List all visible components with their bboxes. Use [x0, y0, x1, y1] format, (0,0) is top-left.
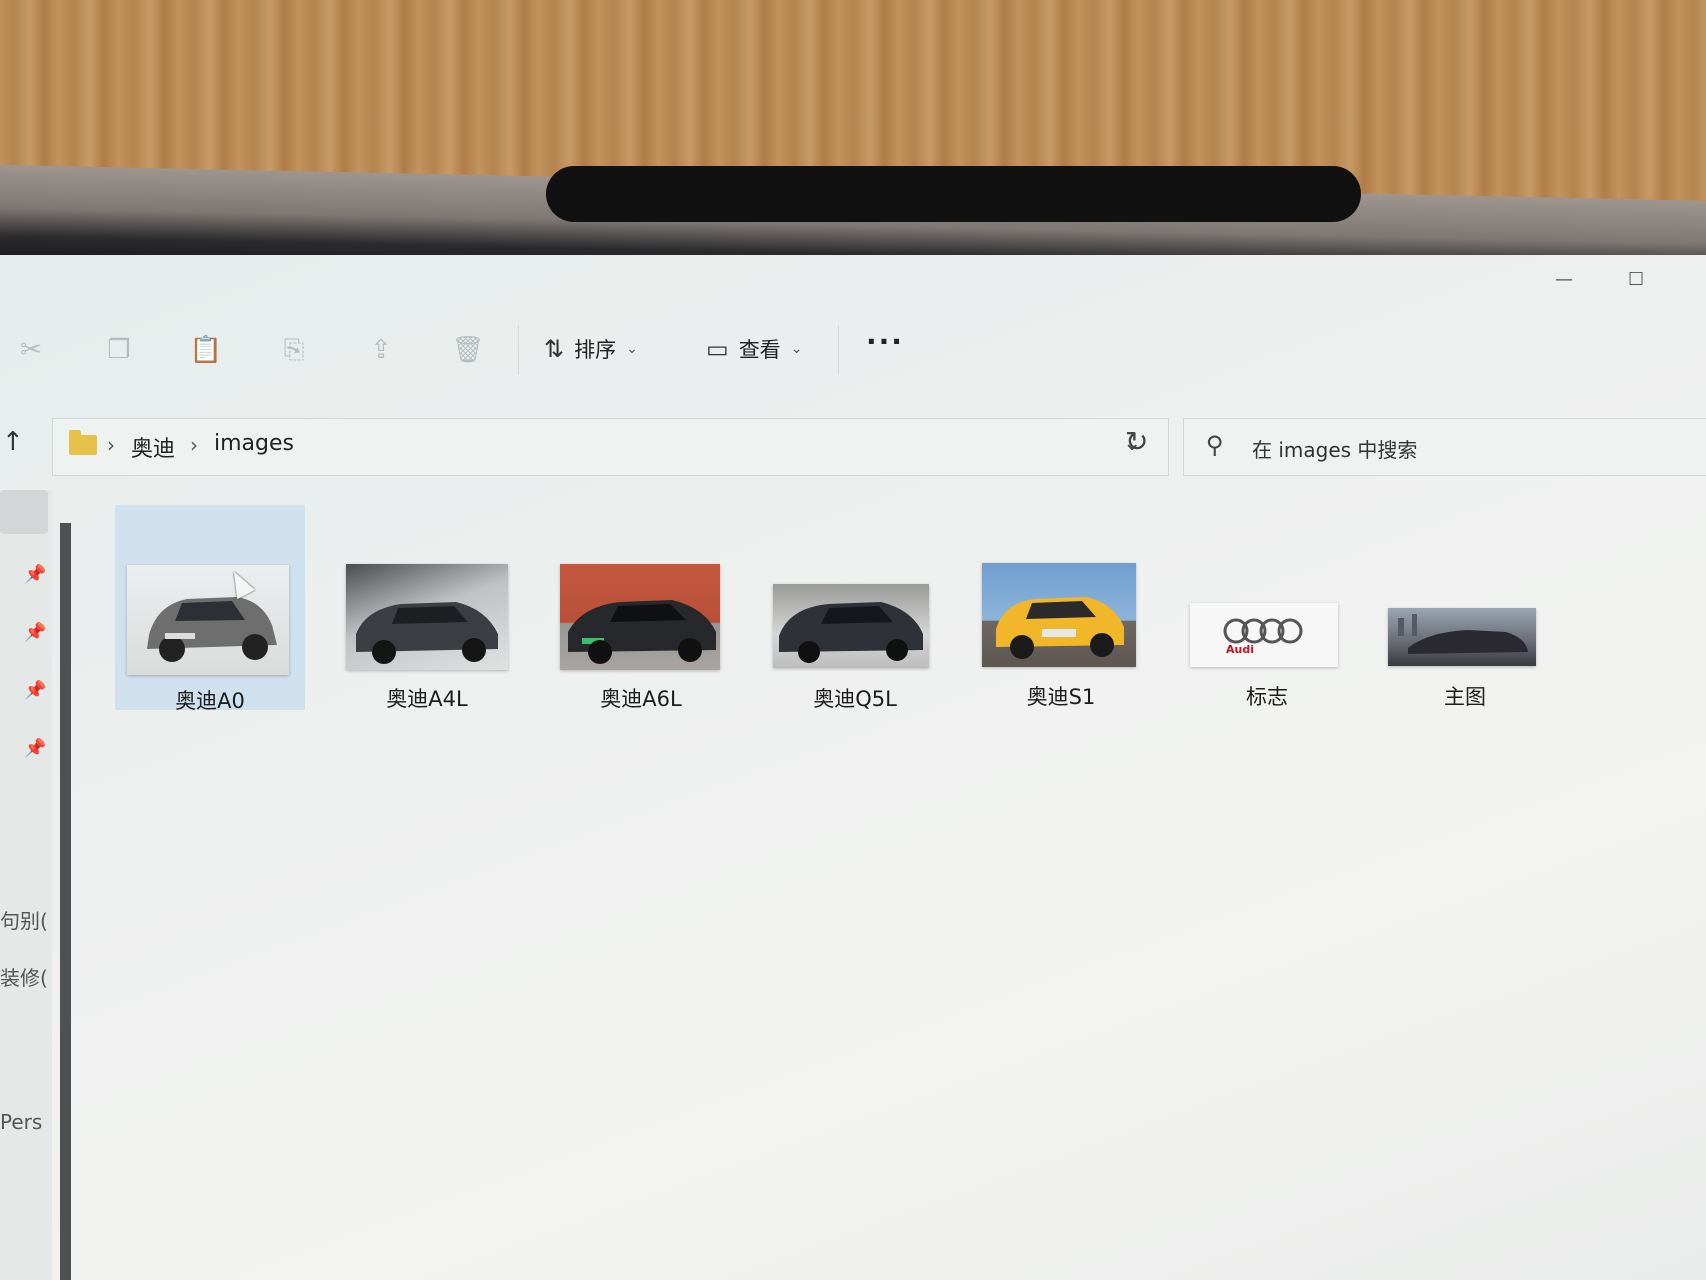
- search-placeholder: 在 images 中搜索: [1252, 438, 1418, 462]
- nav-item[interactable]: Pers: [0, 1110, 42, 1134]
- thumbnail-image: [1388, 608, 1536, 666]
- address-bar[interactable]: › 奥迪 › images ⌄: [52, 418, 1169, 476]
- file-item-logo[interactable]: Audi 标志: [1172, 505, 1362, 710]
- monitor-notch: [546, 166, 1361, 222]
- file-name: 主图: [1444, 685, 1486, 709]
- title-bar: — ☐: [0, 255, 1706, 305]
- audi-wordmark: Audi: [1226, 643, 1254, 656]
- file-explorer-window: — ☐ ✂ ❐ 📋 ⎘ ⇪ 🗑 ⇅ 排序 ⌄ ▭ 查看 ⌄ ··· ↑ › 奥迪…: [0, 255, 1706, 1280]
- paste-icon[interactable]: 📋: [189, 333, 223, 367]
- file-item-a0[interactable]: 奥迪A0: [115, 505, 305, 713]
- nav-selected-item[interactable]: [0, 490, 48, 534]
- pane-divider[interactable]: [60, 523, 71, 1280]
- navigation-pane: 📌 📌 📌 📌 句别( 装修( Pers: [0, 490, 52, 1280]
- file-name: 奥迪S1: [1026, 685, 1096, 709]
- view-button[interactable]: ▭ 查看 ⌄: [706, 329, 802, 369]
- search-icon: ⚲: [1206, 431, 1224, 459]
- pin-icon: 📌: [24, 564, 47, 585]
- share-icon[interactable]: ⇪: [364, 333, 398, 367]
- up-arrow-icon[interactable]: ↑: [2, 427, 24, 457]
- file-name: 奥迪Q5L: [813, 687, 897, 711]
- file-name: 奥迪A0: [175, 689, 245, 713]
- file-item-main[interactable]: 主图: [1370, 505, 1560, 710]
- chevron-right-icon: ›: [190, 433, 198, 457]
- breadcrumb-images[interactable]: images: [214, 431, 294, 456]
- nav-item[interactable]: 句别(: [0, 905, 48, 934]
- toolbar-separator: [518, 325, 519, 375]
- file-item-a4l[interactable]: 奥迪A4L: [332, 505, 522, 711]
- file-item-s1[interactable]: 奥迪S1: [966, 505, 1156, 710]
- copy-icon[interactable]: ❐: [102, 333, 136, 367]
- more-options-button[interactable]: ···: [866, 325, 904, 358]
- chevron-right-icon: ›: [107, 433, 115, 457]
- thumbnail-image: [560, 564, 720, 670]
- thumbnail-image: [773, 584, 929, 668]
- file-name: 奥迪A6L: [600, 687, 682, 711]
- breadcrumb-audi[interactable]: 奥迪: [131, 431, 175, 463]
- file-name: 奥迪A4L: [386, 687, 468, 711]
- rename-icon[interactable]: ⎘: [277, 333, 311, 367]
- view-label: 查看: [738, 338, 781, 362]
- pin-icon: 📌: [24, 738, 47, 759]
- view-icon: ▭: [706, 335, 729, 363]
- sort-button[interactable]: ⇅ 排序 ⌄: [544, 329, 638, 369]
- thumbnail-image: Audi: [1190, 603, 1338, 667]
- delete-icon[interactable]: 🗑: [451, 333, 485, 367]
- thumbnail-image: [982, 563, 1136, 667]
- sort-icon: ⇅: [544, 335, 565, 363]
- thumbnail-image: [127, 565, 289, 675]
- search-input[interactable]: ⚲ 在 images 中搜索: [1183, 418, 1706, 476]
- file-item-q5l[interactable]: 奥迪Q5L: [760, 505, 950, 711]
- file-item-a6l[interactable]: 奥迪A6L: [546, 505, 736, 711]
- maximize-icon[interactable]: ☐: [1628, 269, 1644, 290]
- sort-label: 排序: [574, 338, 617, 362]
- minimize-icon[interactable]: —: [1555, 269, 1573, 290]
- nav-item[interactable]: 装修(: [0, 962, 48, 991]
- file-name: 标志: [1246, 685, 1288, 709]
- chevron-down-icon: ⌄: [626, 341, 638, 357]
- cut-icon[interactable]: ✂: [14, 333, 48, 367]
- refresh-icon[interactable]: ↻: [1125, 425, 1148, 458]
- chevron-down-icon: ⌄: [790, 341, 803, 357]
- pin-icon: 📌: [24, 622, 47, 643]
- toolbar-separator: [838, 325, 839, 375]
- pin-icon: 📌: [24, 680, 47, 701]
- thumbnail-image: [346, 564, 508, 670]
- folder-icon: [69, 430, 97, 455]
